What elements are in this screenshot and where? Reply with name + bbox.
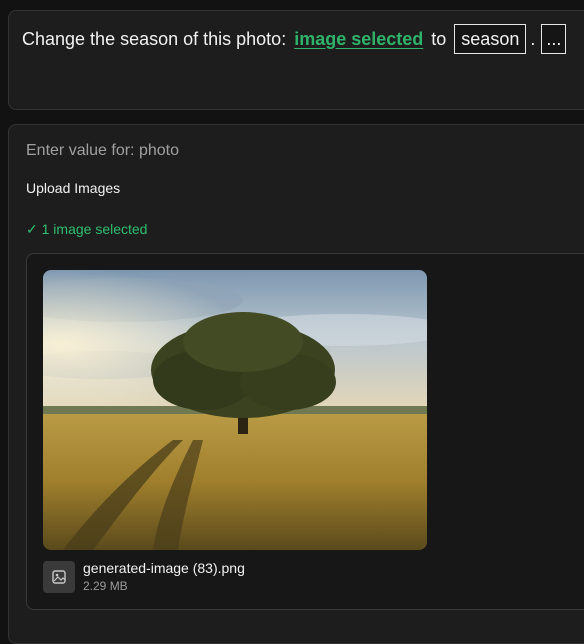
file-size: 2.29 MB: [83, 579, 128, 593]
upload-images-label[interactable]: Upload Images: [26, 180, 120, 196]
selection-status: ✓ 1 image selected: [26, 221, 148, 237]
prompt-to-word: to: [431, 28, 447, 49]
prompt-period: .: [530, 28, 536, 49]
value-entry-card: Enter value for: photo Upload Images ✓ 1…: [8, 124, 584, 644]
season-token[interactable]: season: [454, 24, 527, 54]
tree-field-photo: [43, 270, 427, 550]
image-preview-card: generated-image (83).png 2.29 MB: [26, 253, 584, 610]
image-preview[interactable]: [43, 270, 427, 550]
file-info-row: generated-image (83).png 2.29 MB: [43, 560, 245, 593]
file-name: generated-image (83).png: [83, 560, 245, 576]
prompt-card: Change the season of this photo: image s…: [8, 10, 584, 110]
prompt-line: Change the season of this photo: image s…: [22, 24, 567, 54]
file-text: generated-image (83).png 2.29 MB: [83, 560, 245, 593]
more-token[interactable]: ...: [541, 24, 567, 54]
prompt-prefix: Change the season of this photo:: [22, 28, 287, 49]
image-icon: [43, 560, 75, 593]
image-selected-link[interactable]: image selected: [294, 29, 423, 50]
value-label: Enter value for: photo: [26, 142, 179, 159]
